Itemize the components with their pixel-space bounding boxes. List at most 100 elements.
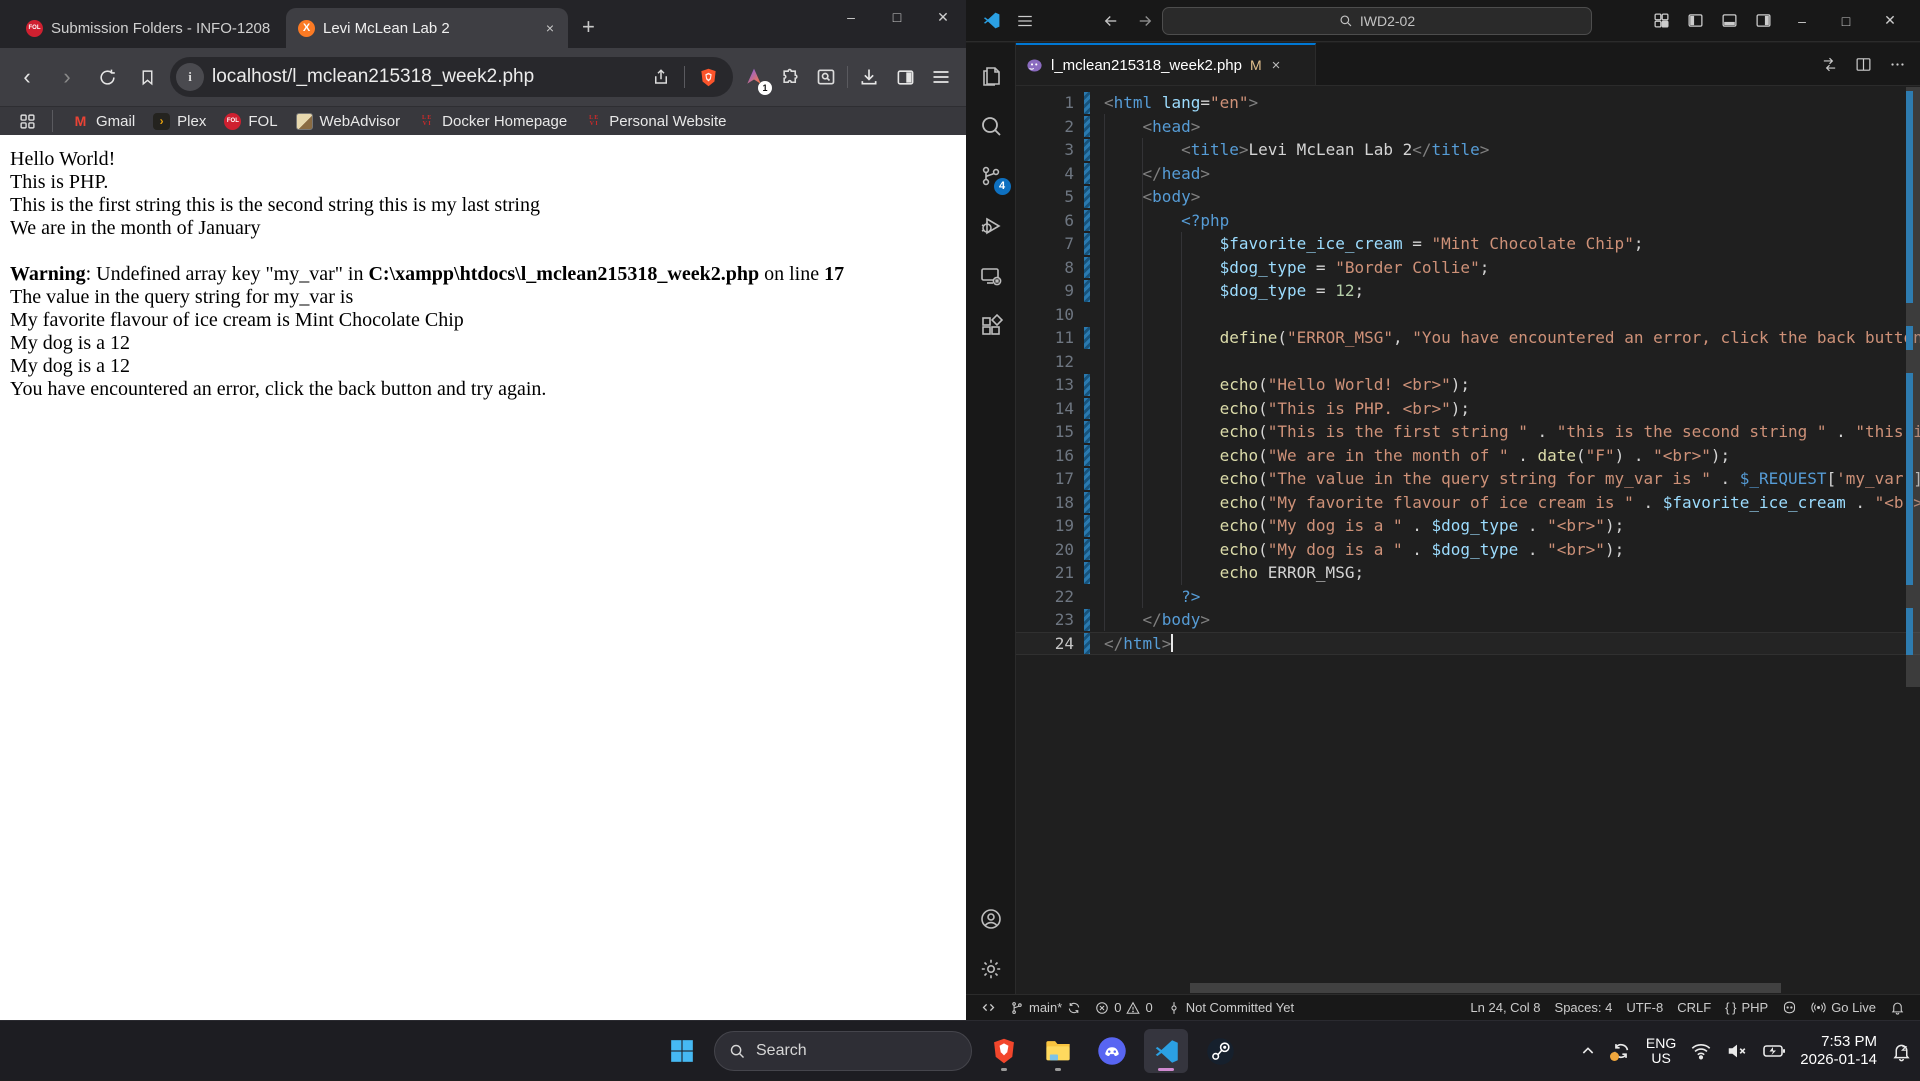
code-line[interactable]: 24</html>: [1016, 632, 1920, 656]
battery-icon[interactable]: [1762, 1039, 1786, 1063]
close-button[interactable]: ✕: [1868, 1, 1912, 41]
indentation[interactable]: Spaces: 4: [1550, 1000, 1618, 1015]
scrollbar-slider[interactable]: [1190, 983, 1781, 993]
maximize-button[interactable]: □: [874, 0, 920, 34]
code-line[interactable]: 14 echo("This is PHP. <br>");: [1016, 397, 1920, 421]
tray-clock[interactable]: 7:53 PM 2026-01-14: [1800, 1033, 1877, 1069]
tray-language[interactable]: ENG US: [1646, 1036, 1676, 1066]
go-back-icon[interactable]: [1096, 6, 1126, 36]
code-line[interactable]: 17 echo("The value in the query string f…: [1016, 467, 1920, 491]
code-line[interactable]: 6 <?php: [1016, 209, 1920, 233]
git-branch-status[interactable]: main*: [1005, 1000, 1086, 1015]
more-actions-icon[interactable]: [1882, 49, 1912, 79]
go-live-status[interactable]: Go Live: [1806, 1000, 1881, 1015]
reload-icon[interactable]: [90, 60, 124, 94]
editor-vertical-scrollbar[interactable]: [1906, 87, 1920, 982]
run-debug-icon[interactable]: [967, 201, 1015, 251]
wifi-icon[interactable]: [1690, 1040, 1712, 1062]
eol-sequence[interactable]: CRLF: [1672, 1000, 1716, 1015]
taskbar-search[interactable]: Search: [714, 1031, 972, 1071]
code-line[interactable]: 11 define("ERROR_MSG", "You have encount…: [1016, 326, 1920, 350]
minimize-button[interactable]: –: [1780, 1, 1824, 41]
code-line[interactable]: 19 echo("My dog is a " . $dog_type . "<b…: [1016, 514, 1920, 538]
code-line[interactable]: 13 echo("Hello World! <br>");: [1016, 373, 1920, 397]
notifications-bell-icon[interactable]: [1891, 1041, 1912, 1062]
taskbar-brave-icon[interactable]: [982, 1029, 1026, 1073]
tray-sync-icon[interactable]: [1610, 1040, 1632, 1062]
url-text[interactable]: localhost/l_mclean215318_week2.php: [212, 66, 638, 88]
code-line[interactable]: 4 </head>: [1016, 162, 1920, 186]
tab-close-icon[interactable]: ×: [1272, 57, 1281, 74]
bookmark-item[interactable]: MGmail: [63, 113, 144, 130]
code-line[interactable]: 5 <body>: [1016, 185, 1920, 209]
taskbar-discord-icon[interactable]: [1090, 1029, 1134, 1073]
taskbar-vscode-icon[interactable]: [1144, 1029, 1188, 1073]
close-button[interactable]: ✕: [920, 0, 966, 34]
code-line[interactable]: 16 echo("We are in the month of " . date…: [1016, 444, 1920, 468]
bookmark-item[interactable]: WebAdvisor: [287, 113, 410, 130]
code-line[interactable]: 12: [1016, 350, 1920, 374]
code-line[interactable]: 22 ?>: [1016, 585, 1920, 609]
code-editor[interactable]: 1<html lang="en">2 <head>3 <title>Levi M…: [1016, 87, 1920, 982]
notifications-bell-icon[interactable]: [1885, 1000, 1910, 1015]
sidebar-toggle-icon[interactable]: [890, 62, 920, 92]
split-editor-icon[interactable]: [1848, 49, 1878, 79]
toggle-secondary-sidebar-icon[interactable]: [1748, 6, 1778, 36]
start-button[interactable]: [660, 1029, 704, 1073]
remote-explorer-icon[interactable]: [967, 251, 1015, 301]
editor-tab-active[interactable]: l_mclean215318_week2.php M ×: [1016, 43, 1316, 85]
code-line[interactable]: 3 <title>Levi McLean Lab 2</title>: [1016, 138, 1920, 162]
share-icon[interactable]: [646, 62, 676, 92]
code-line[interactable]: 15 echo("This is the first string " . "t…: [1016, 420, 1920, 444]
code-line[interactable]: 20 echo("My dog is a " . $dog_type . "<b…: [1016, 538, 1920, 562]
code-line[interactable]: 21 echo ERROR_MSG;: [1016, 561, 1920, 585]
bookmark-item[interactable]: L E V IDocker Homepage: [409, 113, 576, 130]
minimize-button[interactable]: –: [828, 0, 874, 34]
maximize-button[interactable]: □: [1824, 1, 1868, 41]
language-mode[interactable]: { } PHP: [1720, 1000, 1773, 1015]
bookmark-item[interactable]: FOLFOL: [215, 113, 286, 130]
leo-ai-icon[interactable]: 1: [739, 62, 769, 92]
explorer-icon[interactable]: [967, 51, 1015, 101]
code-line[interactable]: 10: [1016, 303, 1920, 327]
search-icon[interactable]: [967, 101, 1015, 151]
brave-shield-icon[interactable]: [693, 62, 723, 92]
code-line[interactable]: 7 $favorite_ice_cream = "Mint Chocolate …: [1016, 232, 1920, 256]
problems-status[interactable]: 0 0: [1090, 1000, 1157, 1015]
extension-status-icon[interactable]: [1777, 1000, 1802, 1015]
code-line[interactable]: 8 $dog_type = "Border Collie";: [1016, 256, 1920, 280]
bookmark-icon[interactable]: [130, 60, 164, 94]
volume-muted-icon[interactable]: [1726, 1040, 1748, 1062]
encoding[interactable]: UTF-8: [1621, 1000, 1668, 1015]
open-changes-icon[interactable]: [1814, 49, 1844, 79]
taskbar-steam-icon[interactable]: [1198, 1029, 1242, 1073]
bookmark-item[interactable]: L E V IPersonal Website: [576, 113, 735, 130]
settings-gear-icon[interactable]: [967, 944, 1015, 994]
apps-grid-icon[interactable]: [12, 106, 42, 136]
source-control-icon[interactable]: 4: [967, 151, 1015, 201]
downloads-icon[interactable]: [854, 62, 884, 92]
commit-status[interactable]: Not Committed Yet: [1162, 1000, 1299, 1015]
go-forward-icon[interactable]: [1130, 6, 1160, 36]
bookmark-item[interactable]: ›Plex: [144, 113, 215, 130]
tab-close-icon[interactable]: ×: [544, 20, 556, 36]
extensions-puzzle-icon[interactable]: [775, 62, 805, 92]
browser-menu-icon[interactable]: [926, 62, 956, 92]
code-line[interactable]: 2 <head>: [1016, 115, 1920, 139]
menu-hamburger-icon[interactable]: [1010, 6, 1040, 36]
toggle-primary-sidebar-icon[interactable]: [1680, 6, 1710, 36]
browser-tab-active[interactable]: X Levi McLean Lab 2 ×: [286, 8, 568, 48]
search-tabs-icon[interactable]: [811, 62, 841, 92]
code-line[interactable]: 1<html lang="en">: [1016, 91, 1920, 115]
remote-indicator[interactable]: [976, 1000, 1001, 1015]
code-line[interactable]: 9 $dog_type = 12;: [1016, 279, 1920, 303]
tray-chevron-up-icon[interactable]: [1580, 1043, 1596, 1059]
code-line[interactable]: 18 echo("My favorite flavour of ice crea…: [1016, 491, 1920, 515]
editor-horizontal-scrollbar[interactable]: [1104, 982, 1920, 994]
site-info-icon[interactable]: i: [176, 63, 204, 91]
customize-layout-icon[interactable]: [1646, 6, 1676, 36]
code-line[interactable]: 23 </body>: [1016, 608, 1920, 632]
cursor-position[interactable]: Ln 24, Col 8: [1465, 1000, 1545, 1015]
forward-icon[interactable]: ›: [50, 60, 84, 94]
command-center-search[interactable]: IWD2-02: [1162, 7, 1592, 35]
